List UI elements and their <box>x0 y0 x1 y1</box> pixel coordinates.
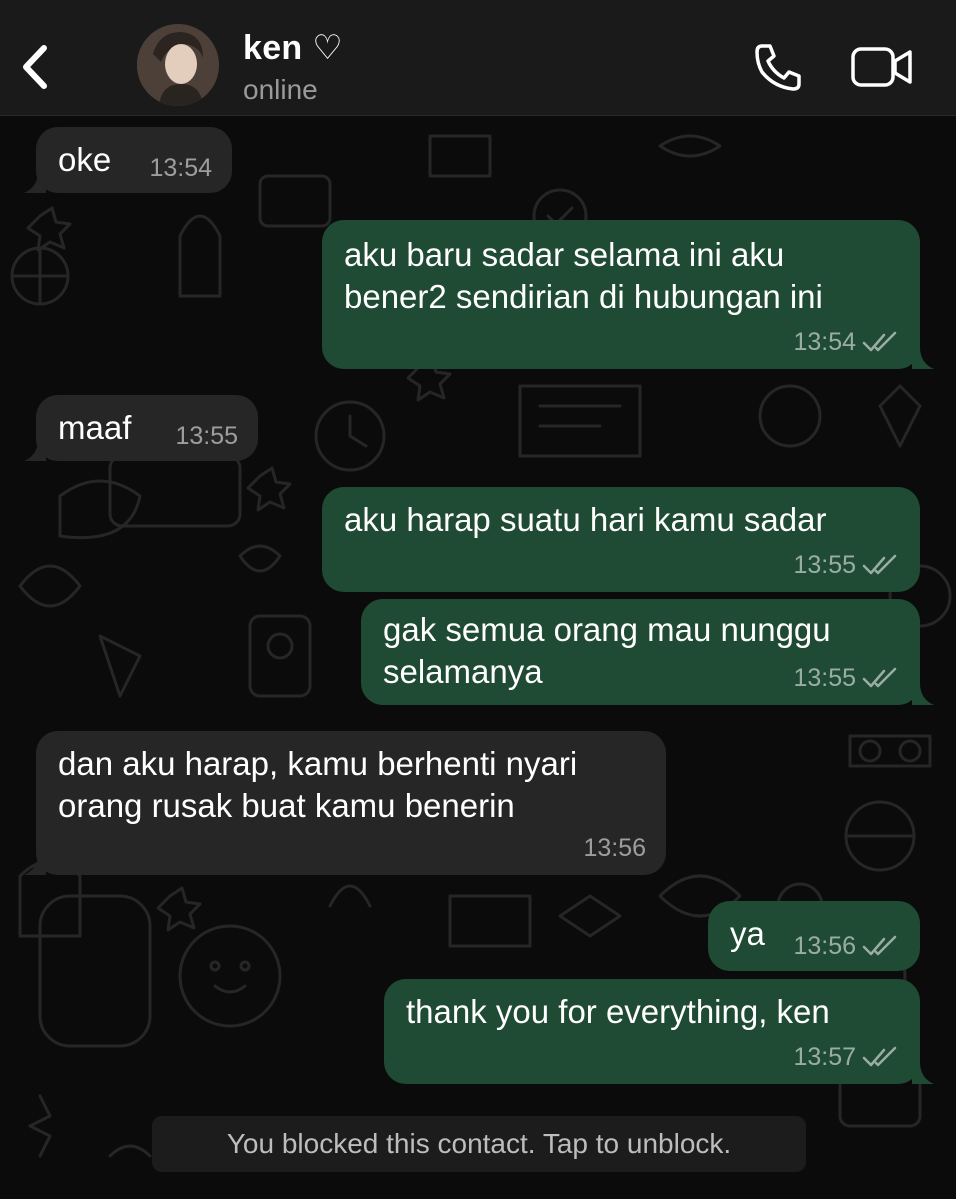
incoming-message[interactable]: maaf 13:55 <box>36 395 258 461</box>
outgoing-message[interactable]: gak semua orang mau nunggu selamanya 13:… <box>361 599 920 705</box>
phone-icon <box>755 44 801 91</box>
timestamp: 13:56 <box>583 834 646 862</box>
timestamp: 13:56 <box>793 932 856 960</box>
bubble-tail <box>912 1062 934 1084</box>
bubble-tail <box>24 439 46 461</box>
double-check-icon <box>862 331 897 352</box>
outgoing-message[interactable]: aku baru sadar selama ini aku bener2 sen… <box>322 220 920 369</box>
message-time: 13:56 <box>583 833 646 863</box>
message-time: 13:55 <box>793 663 900 693</box>
double-check-icon <box>862 554 897 575</box>
video-camera-icon <box>851 47 912 87</box>
bubble-tail <box>24 171 46 193</box>
voice-call-button[interactable] <box>752 40 806 94</box>
message-time: 13:55 <box>793 550 900 580</box>
back-button[interactable] <box>14 40 58 94</box>
outgoing-message[interactable]: thank you for everything, ken 13:57 <box>384 979 920 1084</box>
chat-header: ken ♡ online <box>0 0 956 116</box>
double-check-icon <box>862 1046 897 1067</box>
message-text: thank you for everything, ken <box>406 993 830 1030</box>
message-time: 13:54 <box>793 327 900 357</box>
timestamp: 13:54 <box>793 328 856 356</box>
message-text: aku baru sadar selama ini aku bener2 sen… <box>344 236 823 315</box>
bubble-tail <box>24 853 46 875</box>
timestamp: 13:55 <box>793 664 856 692</box>
video-call-button[interactable] <box>850 44 914 90</box>
double-check-icon <box>862 667 897 688</box>
timestamp: 13:57 <box>793 1043 856 1071</box>
incoming-message[interactable]: oke 13:54 <box>36 127 232 193</box>
outgoing-message[interactable]: ya 13:56 <box>708 901 920 971</box>
contact-name[interactable]: ken ♡ <box>243 28 343 68</box>
double-check-icon <box>862 935 897 956</box>
message-time: 13:55 <box>175 421 238 451</box>
message-text: aku harap suatu hari kamu sadar <box>344 501 827 538</box>
contact-status: online <box>243 74 318 105</box>
timestamp: 13:55 <box>175 422 238 450</box>
chevron-left-icon <box>23 45 47 89</box>
timestamp: 13:55 <box>793 551 856 579</box>
message-text: maaf <box>58 409 132 446</box>
message-text: oke <box>58 141 112 178</box>
incoming-message[interactable]: dan aku harap, kamu berhenti nyari orang… <box>36 731 666 875</box>
message-text: dan aku harap, kamu berhenti nyari orang… <box>58 745 578 824</box>
message-text: gak semua orang mau nunggu selamanya <box>383 611 831 690</box>
message-time: 13:54 <box>149 153 212 183</box>
outgoing-message[interactable]: aku harap suatu hari kamu sadar 13:55 <box>322 487 920 592</box>
message-time: 13:57 <box>793 1042 900 1072</box>
bubble-tail <box>912 347 934 369</box>
message-text: ya <box>730 915 765 952</box>
contact-avatar[interactable] <box>137 24 219 106</box>
avatar-photo <box>137 24 219 106</box>
bubble-tail <box>912 683 934 705</box>
message-time: 13:56 <box>793 931 900 961</box>
blocked-contact-notice[interactable]: You blocked this contact. Tap to unblock… <box>152 1116 806 1172</box>
timestamp: 13:54 <box>149 154 212 182</box>
